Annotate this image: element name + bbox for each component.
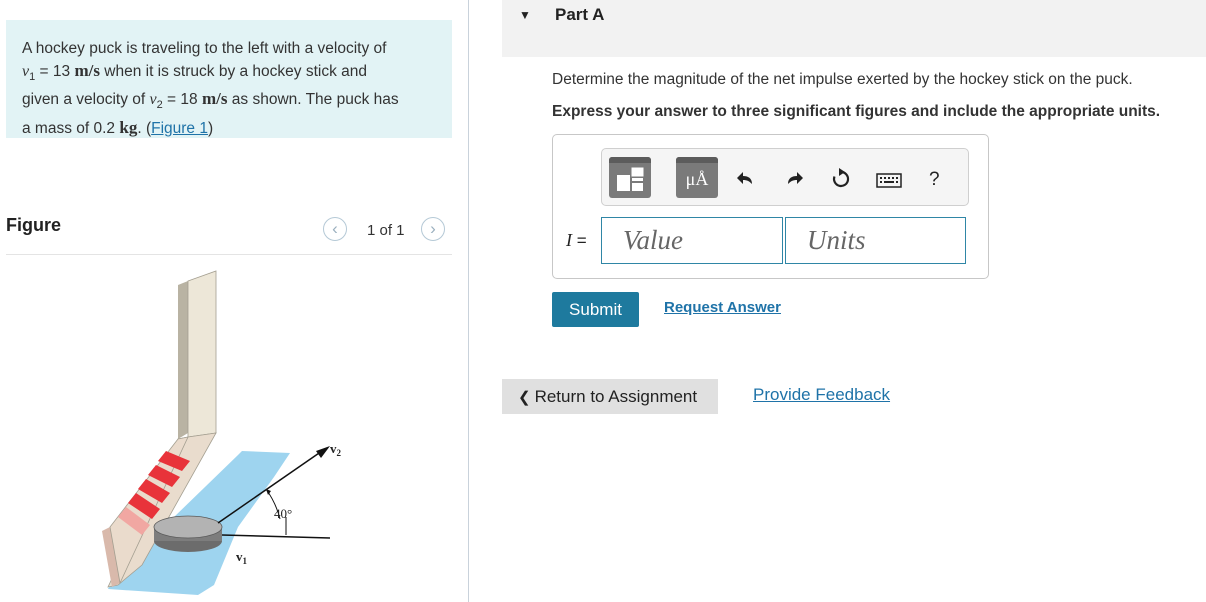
part-a-title[interactable]: Part A — [555, 5, 604, 25]
question-text: Determine the magnitude of the net impul… — [552, 71, 1133, 88]
v1-equals: = 13 — [35, 62, 75, 80]
units-button[interactable]: μÅ — [676, 157, 718, 198]
v2-label-sub: 2 — [337, 448, 342, 458]
return-label: Return to Assignment — [534, 387, 698, 406]
v2-equals: = 18 — [162, 91, 202, 109]
stick-shaft-face — [187, 270, 217, 438]
v2-arrowhead — [316, 446, 330, 458]
figure-link[interactable]: Figure 1 — [151, 120, 208, 137]
v2-symbol: v — [149, 91, 157, 109]
help-icon[interactable]: ? — [929, 169, 940, 191]
reset-icon[interactable] — [830, 168, 852, 190]
return-to-assignment-button[interactable]: ❮ Return to Assignment — [502, 379, 718, 414]
instruction-text: Express your answer to three significant… — [552, 103, 1161, 120]
puck-top — [153, 515, 223, 539]
problem-line-2: v1 = 13 m/s when it is struck by a hocke… — [22, 60, 436, 89]
figure-divider — [6, 254, 452, 255]
template-icon — [617, 167, 644, 191]
problem-line-2-rest: when it is struck by a hockey stick and — [99, 62, 368, 80]
stick-shaft-side — [178, 281, 188, 439]
angle-label: 40° — [274, 506, 292, 521]
problem-line-3-pre: given a velocity of — [22, 91, 150, 109]
collapse-caret-icon[interactable]: ▼ — [519, 8, 531, 22]
figure-pager-text: 1 of 1 — [367, 222, 405, 239]
problem-line-1: A hockey puck is traveling to the left w… — [22, 40, 387, 57]
answer-equals: = — [572, 231, 587, 250]
next-figure-button[interactable]: › — [421, 217, 445, 241]
v2-label: v2 — [330, 441, 342, 458]
chevron-right-icon: › — [430, 219, 436, 238]
request-answer-link[interactable]: Request Answer — [664, 299, 781, 316]
template-button[interactable] — [609, 157, 651, 198]
problem-line-4-pre: a mass of 0.2 — [22, 119, 120, 137]
units-icon: μÅ — [685, 169, 709, 189]
problem-statement: A hockey puck is traveling to the left w… — [6, 20, 452, 138]
redo-icon[interactable] — [784, 168, 806, 190]
v1-label: v1 — [236, 549, 248, 566]
problem-line-3-rest: as shown. The puck has — [227, 91, 399, 109]
provide-feedback-link[interactable]: Provide Feedback — [753, 385, 890, 405]
chevron-left-icon: ‹ — [332, 219, 338, 238]
problem-line-3: given a velocity of v2 = 18 m/s as shown… — [22, 88, 436, 117]
problem-line-4-mid: . ( — [137, 119, 152, 137]
answer-label: I = — [566, 230, 587, 251]
angle-arc-head — [266, 489, 271, 495]
v1-label-sub: 1 — [243, 556, 248, 566]
figure-title: Figure — [6, 215, 62, 235]
mass-unit: kg — [119, 117, 138, 137]
hockey-stick-figure: 40° v2 v1 — [102, 270, 342, 595]
value-input[interactable]: Value — [601, 217, 783, 264]
v1-unit: m/s — [74, 60, 100, 80]
part-a-header[interactable] — [502, 0, 1206, 57]
units-input[interactable]: Units — [785, 217, 966, 264]
prev-figure-button[interactable]: ‹ — [323, 217, 347, 241]
v1-line — [221, 534, 331, 539]
undo-icon[interactable] — [734, 168, 756, 190]
units-button-strip — [676, 157, 718, 163]
problem-line-4: a mass of 0.2 kg. (Figure 1) — [22, 117, 436, 140]
chevron-left-icon: ❮ — [518, 389, 531, 406]
keyboard-icon[interactable] — [876, 173, 902, 189]
column-divider — [468, 0, 469, 602]
submit-button[interactable]: Submit — [552, 292, 639, 327]
v2-unit: m/s — [201, 89, 228, 109]
problem-line-4-end: ) — [207, 119, 214, 137]
